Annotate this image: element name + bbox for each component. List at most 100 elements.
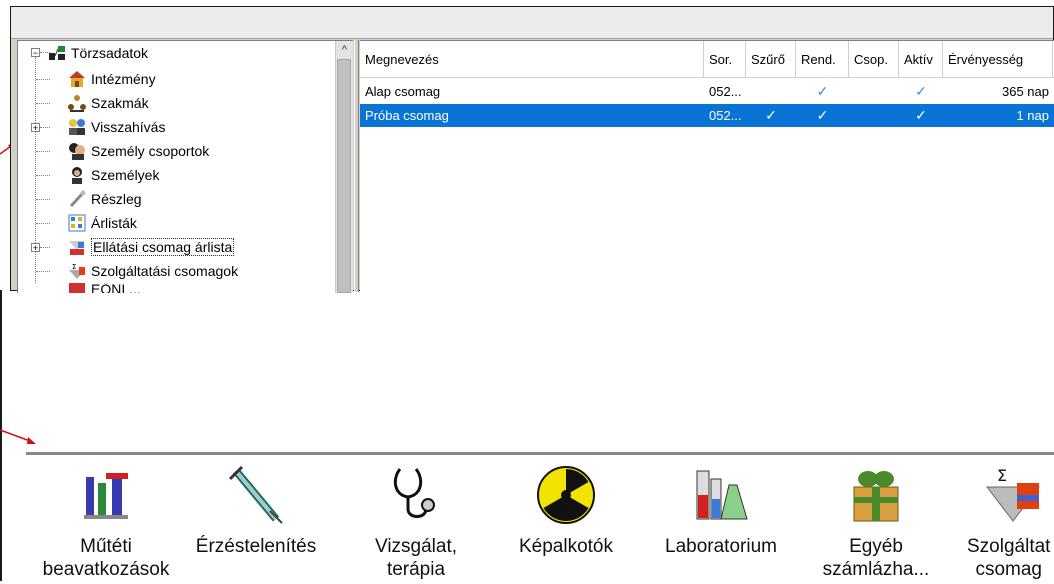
table-row-selected[interactable]: Próba csomag 052... ✓ ✓ ✓ 1 nap bbox=[360, 104, 1054, 127]
package-pricelist-icon bbox=[69, 241, 85, 255]
tree-item-label: EŐNI ... bbox=[91, 283, 141, 293]
tree-item-intezmeny[interactable]: Intézmény bbox=[68, 67, 156, 91]
cell-megnevezes: Próba csomag bbox=[365, 108, 449, 123]
cell-megnevezes: Alap csomag bbox=[365, 84, 441, 99]
toolbar-button-kepalkotok[interactable]: Képalkotók bbox=[496, 465, 636, 558]
tree-item-label: Részleg bbox=[91, 191, 142, 207]
column-header-csop[interactable]: Csop. bbox=[849, 41, 899, 77]
people-group-icon bbox=[69, 143, 85, 160]
tree-item-label: Törzsadatok bbox=[71, 45, 149, 61]
tree-connector bbox=[40, 247, 50, 248]
cell-csop bbox=[849, 104, 899, 127]
annotation-arrow-bottom bbox=[0, 429, 36, 444]
tree-expand-toggle-ellatasi[interactable]: + bbox=[31, 243, 40, 253]
tree-connector bbox=[40, 127, 50, 128]
toolbar-label-line2: terápia bbox=[386, 559, 446, 580]
toolbar-label-line1: Vizsgálat, bbox=[374, 536, 458, 557]
toolbar-button-laboratorium[interactable]: Laboratorium bbox=[646, 465, 796, 558]
category-toolbar: Műtéti beavatkozások Érzéstelenítés Vizsg… bbox=[26, 452, 1054, 584]
grid-header: Megnevezés Sor. Szűrő Rend. Csop. Aktív … bbox=[360, 41, 1054, 78]
cell-ervenyesseg: 365 nap bbox=[1002, 84, 1049, 99]
tree-view[interactable]: − + + Törzsadatok Intézmény Szakmák Viss… bbox=[17, 40, 353, 293]
people-pair-icon bbox=[69, 119, 85, 135]
tree-connector bbox=[36, 175, 50, 176]
tree-item-reszleg[interactable]: Részleg bbox=[68, 187, 142, 211]
stethoscope-icon bbox=[393, 468, 435, 518]
cell-szuro bbox=[746, 80, 796, 103]
cell-aktiv: ✓ bbox=[915, 83, 927, 99]
cell-rend: ✓ bbox=[816, 107, 829, 123]
tree-item-ellatasi-csomag-arlista[interactable]: Ellátási csomag árlista bbox=[68, 235, 235, 259]
tree-item-label: Visszahívás bbox=[91, 119, 166, 135]
tree-item-label: Ellátási csomag árlista bbox=[91, 238, 235, 256]
cell-sor: 052... bbox=[709, 108, 742, 123]
tree-item-partial[interactable]: EŐNI ... bbox=[68, 283, 141, 293]
lab-flask-icon bbox=[696, 470, 748, 520]
column-header-megnevezes[interactable]: Megnevezés bbox=[360, 41, 704, 77]
toolbar-label-line1: Egyéb bbox=[849, 536, 903, 557]
toolbar-label-line2: számlázha... bbox=[822, 559, 930, 580]
tree-item-label: Szakmák bbox=[91, 95, 149, 111]
tree-expand-toggle-visszahivas[interactable]: + bbox=[31, 123, 40, 133]
pane-splitter[interactable] bbox=[354, 40, 359, 292]
column-header-ervenyesseg[interactable]: Érvényesség bbox=[943, 41, 1053, 77]
tree-connector bbox=[36, 271, 50, 272]
people-network-icon bbox=[68, 95, 86, 112]
gift-box-icon bbox=[853, 471, 899, 522]
column-header-rend[interactable]: Rend. bbox=[796, 41, 849, 77]
tree-item-label: Szolgáltatási csomagok bbox=[91, 263, 239, 279]
package-grid[interactable]: Megnevezés Sor. Szűrő Rend. Csop. Aktív … bbox=[360, 40, 1054, 293]
tree-item-arlistak[interactable]: Árlisták bbox=[68, 211, 137, 235]
toolbar-button-vizsgalat[interactable]: Vizsgálat, terápia bbox=[346, 465, 486, 581]
tree-item-label: Személyek bbox=[91, 167, 160, 183]
tools-icon bbox=[69, 190, 86, 208]
cell-szuro: ✓ bbox=[765, 107, 777, 123]
svg-text:Σ: Σ bbox=[997, 466, 1007, 485]
partial-icon bbox=[69, 283, 85, 293]
tree-item-visszahivas[interactable]: Visszahívás bbox=[68, 115, 165, 139]
tree-item-szakmak[interactable]: Szakmák bbox=[68, 91, 149, 115]
tree-item-label: Személy csoportok bbox=[91, 143, 210, 159]
toolbar-label-line1: Műtéti bbox=[80, 536, 132, 557]
tree-item-szemely-csoportok[interactable]: Személy csoportok bbox=[68, 139, 209, 163]
surgery-tools-icon bbox=[84, 473, 128, 519]
service-package-icon: Σ bbox=[69, 263, 85, 279]
cell-csop bbox=[849, 80, 899, 103]
toolbar-button-szolgaltatasi[interactable]: Σ Szolgáltat csomag bbox=[961, 465, 1054, 581]
tree-connector bbox=[36, 79, 50, 80]
column-header-szuro[interactable]: Szűrő bbox=[746, 41, 796, 77]
radiation-icon bbox=[537, 466, 595, 524]
sigma-package-icon: Σ bbox=[985, 466, 1041, 522]
person-icon bbox=[72, 167, 82, 184]
tree-item-label: Intézmény bbox=[91, 71, 156, 87]
cell-rend: ✓ bbox=[816, 83, 829, 99]
tree-item-szolgaltatasi-csomagok[interactable]: Σ Szolgáltatási csomagok bbox=[68, 259, 238, 283]
cell-ervenyesseg: 1 nap bbox=[1016, 108, 1049, 123]
toolbar-label-line1: Érzéstelenítés bbox=[195, 536, 317, 557]
syringe-icon bbox=[228, 465, 283, 524]
scroll-thumb[interactable] bbox=[337, 59, 351, 293]
toolbar-label-line1: Szolgáltat bbox=[967, 536, 1051, 557]
tree-item-szemelyek[interactable]: Személyek bbox=[68, 163, 159, 187]
toolbar-label-line2: csomag bbox=[975, 559, 1042, 580]
price-list-icon bbox=[68, 214, 86, 232]
column-header-aktiv[interactable]: Aktív bbox=[899, 41, 943, 77]
tree-connector bbox=[36, 151, 50, 152]
house-icon bbox=[69, 71, 85, 87]
tree-item-label: Árlisták bbox=[91, 215, 137, 231]
tree-item-torzsadatok[interactable]: Törzsadatok bbox=[48, 41, 148, 65]
toolbar-button-egyeb[interactable]: Egyéb számlázha... bbox=[806, 465, 946, 581]
scroll-up-icon[interactable]: ^ bbox=[336, 41, 353, 58]
toolbar-button-erzestelenites[interactable]: Érzéstelenítés bbox=[176, 465, 336, 558]
window-titlebar bbox=[11, 7, 1053, 39]
tree-collapse-toggle[interactable]: − bbox=[31, 48, 40, 58]
toolbar-label-line2: beavatkozások bbox=[42, 559, 170, 580]
cell-aktiv: ✓ bbox=[915, 107, 927, 123]
table-row[interactable]: Alap csomag 052... ✓ ✓ 365 nap bbox=[360, 80, 1054, 103]
tree-scrollbar[interactable]: ^ bbox=[335, 41, 353, 293]
data-window: − + + Törzsadatok Intézmény Szakmák Viss… bbox=[10, 6, 1054, 293]
column-header-sor[interactable]: Sor. bbox=[704, 41, 746, 77]
tree-connector bbox=[36, 199, 50, 200]
toolbar-button-mutéti[interactable]: Műtéti beavatkozások bbox=[26, 465, 186, 581]
svg-text:Σ: Σ bbox=[72, 263, 76, 271]
